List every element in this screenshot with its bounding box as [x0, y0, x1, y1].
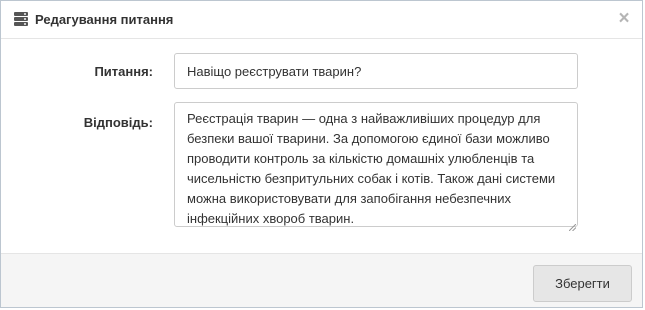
dialog-header: Редагування питання × — [1, 1, 642, 39]
resize-handle-icon[interactable] — [568, 218, 577, 232]
close-icon[interactable]: × — [616, 9, 632, 28]
answer-label: Відповідь: — [83, 115, 153, 130]
answer-textarea[interactable]: Реєстрація тварин — одна з найважливіших… — [174, 102, 578, 227]
question-input[interactable] — [174, 53, 578, 89]
question-label: Питання: — [94, 64, 153, 79]
dialog-title: Редагування питання — [35, 12, 174, 27]
dialog-footer: Зберегти — [1, 253, 642, 307]
save-button[interactable]: Зберегти — [533, 265, 632, 302]
edit-question-dialog: Редагування питання × Питання: Відповідь… — [0, 0, 643, 308]
server-icon — [14, 12, 28, 26]
